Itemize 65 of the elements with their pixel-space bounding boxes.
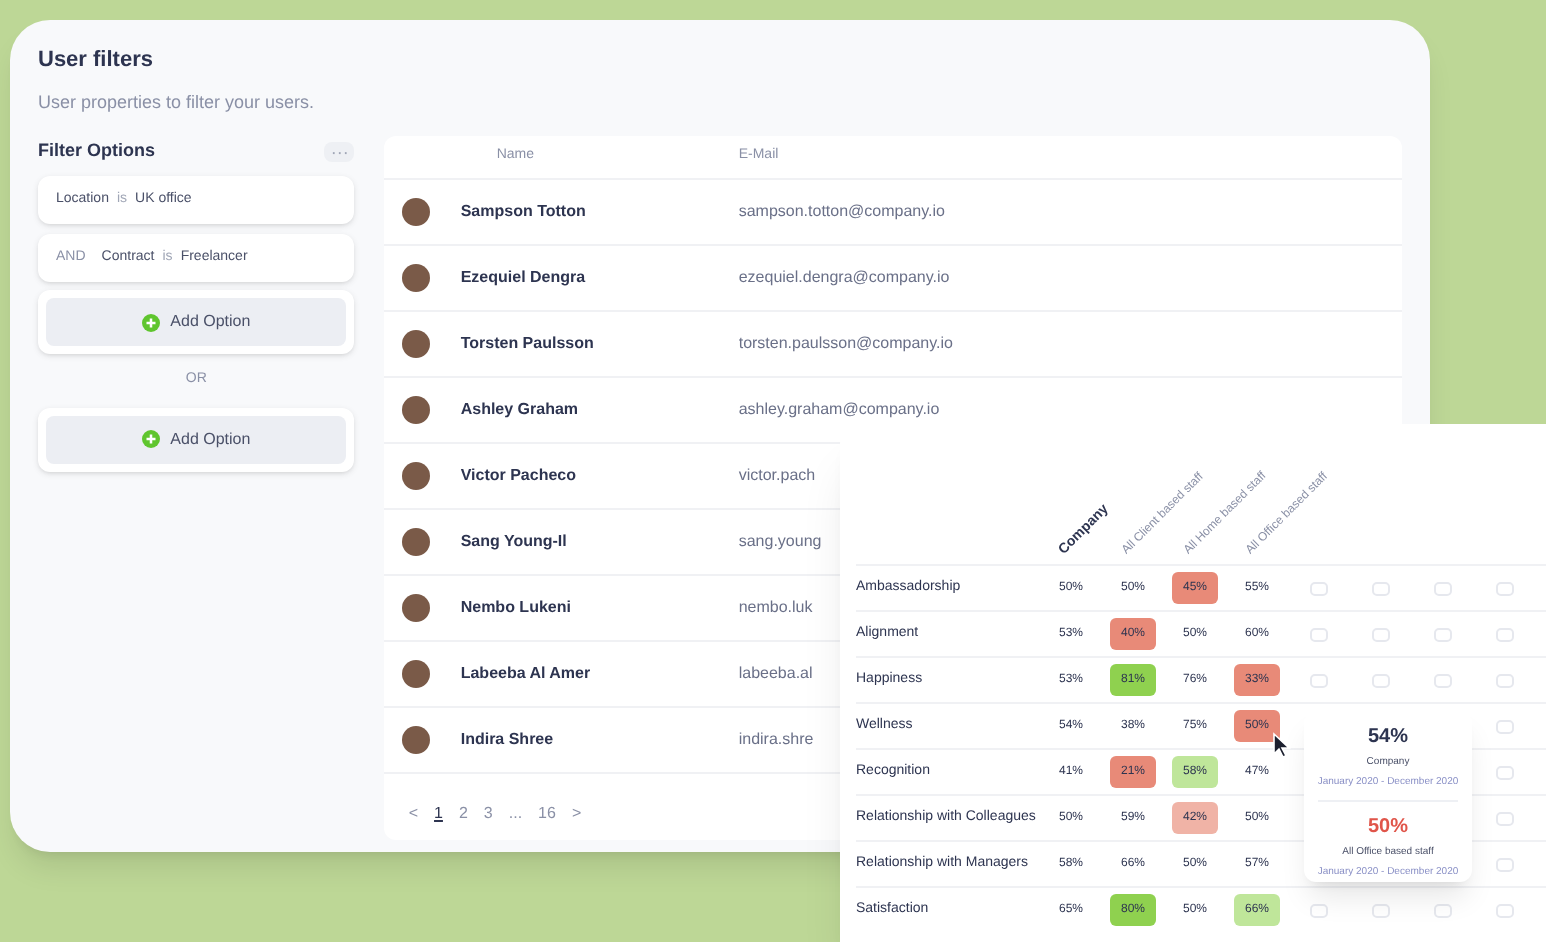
chat-bubble-icon (1496, 673, 1514, 687)
chat-bubble-icon (1496, 581, 1514, 595)
user-name: Indira Shree (460, 728, 556, 752)
avatar (402, 396, 431, 424)
chat-bubble-icon (1372, 581, 1390, 595)
avatar (402, 462, 431, 490)
chat-bubble-icon (1310, 903, 1328, 917)
user-name: Sang Young-Il (460, 530, 569, 554)
tooltip-value: 54% (1367, 724, 1408, 752)
avatar (402, 528, 431, 556)
user-name: Labeeba Al Amer (460, 662, 593, 686)
chat-bubble-icon (1434, 581, 1452, 595)
more-button[interactable]: ··· (324, 142, 355, 162)
avatar (402, 330, 431, 358)
tooltip-value: 50% (1367, 814, 1408, 842)
chat-bubble-icon (1496, 903, 1514, 917)
chat-bubble-icon (1310, 581, 1328, 595)
chat-bubble-icon (1496, 811, 1514, 825)
plus-icon (142, 430, 161, 448)
user-name: Victor Pacheco (460, 464, 578, 488)
add-option-button[interactable]: Add Option (46, 415, 347, 463)
page-link[interactable]: 2 (458, 802, 468, 826)
avatar (402, 594, 431, 622)
avatar (402, 660, 431, 688)
chat-bubble-icon (1434, 627, 1452, 641)
page-link[interactable]: 1 (434, 802, 443, 826)
filter-options-title: Filter Options (38, 138, 155, 165)
page-link[interactable]: > (571, 802, 582, 826)
chat-bubble-icon (1310, 673, 1328, 687)
plus-icon (142, 313, 161, 331)
page-link[interactable]: < (408, 802, 419, 826)
avatar (402, 264, 431, 292)
user-name: Torsten Paulsson (460, 332, 596, 356)
user-email: nembo.luk (738, 596, 813, 620)
panel-title: User filters (38, 46, 155, 76)
avatar (402, 198, 431, 226)
chat-bubble-icon (1372, 903, 1390, 917)
user-name: Sampson Totton (460, 200, 588, 224)
page-link[interactable]: ... (508, 802, 523, 826)
user-email: sang.young (738, 530, 822, 554)
user-email: victor.pach (738, 464, 816, 488)
page-link[interactable]: 16 (538, 802, 556, 826)
user-email: sampson.totton@company.io (738, 200, 945, 224)
chat-bubble-icon (1310, 627, 1328, 641)
cursor-icon (1272, 732, 1292, 758)
user-name: Ashley Graham (460, 398, 581, 422)
chat-bubble-icon (1496, 719, 1514, 733)
chat-bubble-icon (1372, 673, 1390, 687)
chat-bubble-icon (1434, 903, 1452, 917)
chat-bubble-icon (1496, 765, 1514, 779)
chat-bubble-icon (1496, 857, 1514, 871)
user-email: ashley.graham@company.io (738, 398, 940, 422)
user-name: Nembo Lukeni (460, 596, 573, 620)
chat-bubble-icon (1434, 673, 1452, 687)
add-option-button[interactable]: Add Option (46, 298, 347, 346)
user-name: Ezequiel Dengra (460, 266, 588, 290)
chat-bubble-icon (1372, 627, 1390, 641)
chat-bubble-icon (1496, 627, 1514, 641)
page-link[interactable]: 3 (483, 802, 493, 826)
user-email: labeeba.al (738, 662, 813, 686)
user-email: ezequiel.dengra@company.io (738, 266, 950, 290)
user-email: indira.shre (738, 728, 814, 752)
user-email: torsten.paulsson@company.io (738, 332, 953, 356)
panel-subtitle: User properties to filter your users. (38, 89, 317, 116)
avatar (402, 726, 431, 754)
